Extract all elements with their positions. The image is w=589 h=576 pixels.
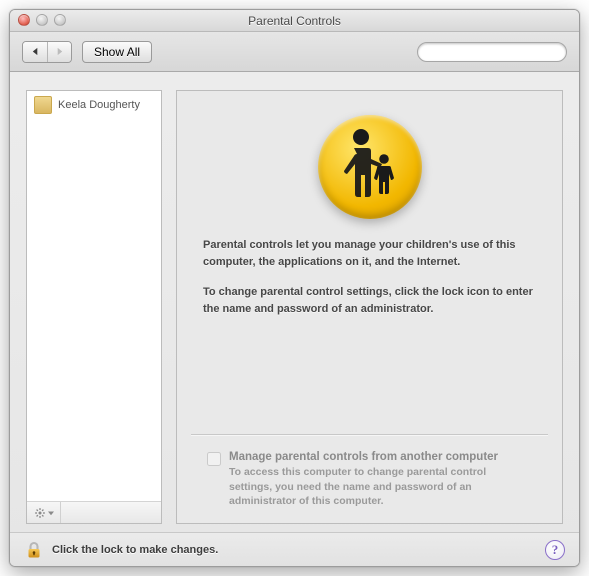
- close-window-button[interactable]: [18, 14, 30, 26]
- titlebar: Parental Controls: [10, 10, 579, 32]
- content-area: Keela Dougherty: [10, 72, 579, 532]
- user-list-panel: Keela Dougherty: [26, 90, 162, 524]
- panel-icon-wrap: [203, 115, 536, 219]
- lock-text: Click the lock to make changes.: [52, 544, 218, 556]
- main-panel: Parental controls let you manage your ch…: [176, 90, 563, 524]
- toolbar: Show All: [10, 32, 579, 72]
- parental-controls-icon: [318, 115, 422, 219]
- user-list-footer: [27, 501, 161, 523]
- help-button[interactable]: ?: [545, 540, 565, 560]
- triangle-left-icon: [31, 47, 40, 56]
- show-all-button[interactable]: Show All: [82, 41, 152, 63]
- remote-manage-row: Manage parental controls from another co…: [207, 451, 536, 509]
- minimize-window-button[interactable]: [36, 14, 48, 26]
- divider: [191, 434, 548, 435]
- preferences-window: Parental Controls Show All Keela Dougher…: [9, 9, 580, 567]
- user-list[interactable]: Keela Dougherty: [27, 91, 161, 501]
- gear-icon: [34, 507, 46, 519]
- user-list-item[interactable]: Keela Dougherty: [27, 91, 161, 119]
- zoom-window-button[interactable]: [54, 14, 66, 26]
- lock-button[interactable]: [24, 540, 44, 560]
- footer: Click the lock to make changes. ?: [10, 532, 579, 566]
- search-field-wrapper[interactable]: [417, 42, 567, 62]
- intro-text: Parental controls let you manage your ch…: [203, 237, 536, 270]
- triangle-right-icon: [55, 47, 64, 56]
- search-input[interactable]: [428, 46, 570, 58]
- forward-button[interactable]: [47, 42, 71, 62]
- chevron-down-icon: [48, 510, 54, 516]
- help-symbol: ?: [552, 542, 559, 558]
- user-list-item-label: Keela Dougherty: [58, 99, 140, 111]
- remote-manage-description: To access this computer to change parent…: [229, 465, 529, 509]
- avatar-icon: [34, 96, 52, 114]
- user-list-actions-button[interactable]: [27, 502, 61, 523]
- instruction-text: To change parental control settings, cli…: [203, 284, 536, 317]
- nav-segmented-control: [22, 41, 72, 63]
- window-controls: [18, 14, 66, 26]
- back-button[interactable]: [23, 42, 47, 62]
- lock-icon: [24, 540, 44, 560]
- remote-manage-label: Manage parental controls from another co…: [229, 451, 529, 463]
- window-title: Parental Controls: [10, 14, 579, 28]
- remote-manage-checkbox[interactable]: [207, 452, 221, 466]
